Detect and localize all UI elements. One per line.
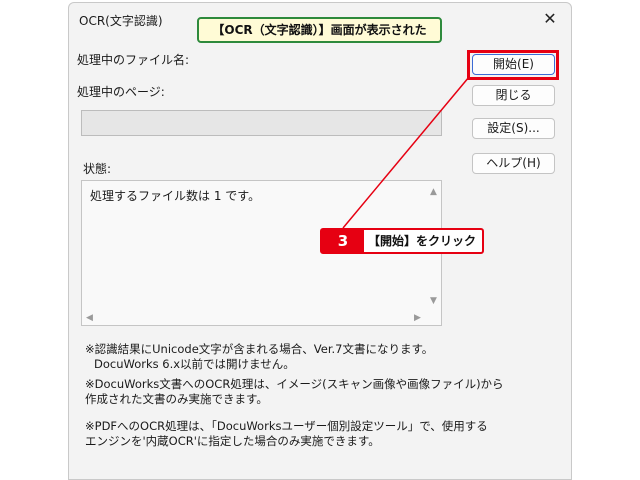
leader-line xyxy=(342,76,470,229)
step-instruction: 【開始】をクリック xyxy=(368,234,477,248)
step-number-badge: 3 xyxy=(322,230,364,252)
step-callout: 3 【開始】をクリック xyxy=(320,228,484,254)
annotation-banner: 【OCR（文字認識）】画面が表示された xyxy=(197,17,442,43)
